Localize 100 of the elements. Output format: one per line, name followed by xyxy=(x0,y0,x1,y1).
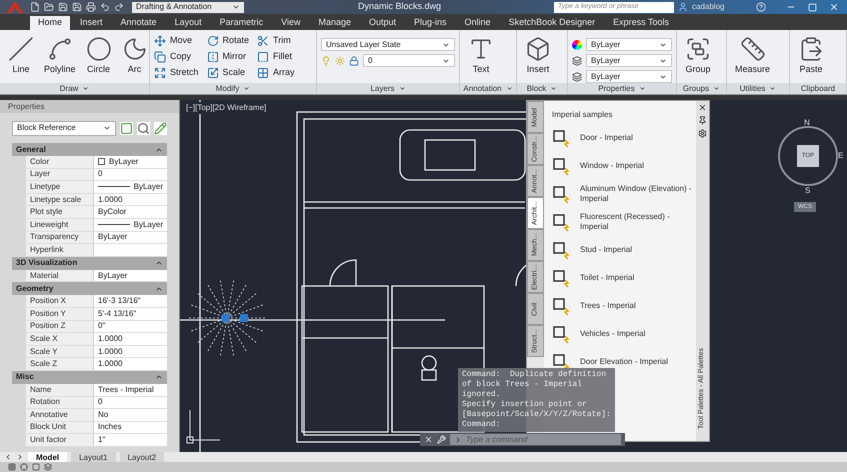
redo-icon[interactable] xyxy=(114,2,124,12)
ribbon-tab[interactable]: Output xyxy=(361,16,404,30)
ribbon-tab[interactable]: Express Tools xyxy=(605,16,677,30)
palette-tool[interactable]: Trees - Imperial xyxy=(552,295,696,317)
ribbon-large-button[interactable]: Line xyxy=(4,34,38,76)
maximize-icon[interactable] xyxy=(808,2,817,12)
ribbon-large-button[interactable]: Insert xyxy=(521,34,555,76)
property-value[interactable]: Trees - Imperial xyxy=(94,384,167,396)
property-value[interactable]: 0" xyxy=(94,320,167,332)
section-header[interactable]: General xyxy=(12,143,167,156)
undo-icon[interactable] xyxy=(100,2,110,12)
user-name[interactable]: cadablog xyxy=(692,1,752,13)
ribbon-small-button[interactable]: Mirror xyxy=(206,50,250,64)
property-value[interactable]: ByLayer xyxy=(94,156,167,168)
section-header[interactable]: Misc xyxy=(12,370,167,384)
ribbon-tab[interactable]: SketchBook Designer xyxy=(500,16,604,30)
ribbon-tab[interactable]: View xyxy=(273,16,308,30)
property-value[interactable]: ByLayer xyxy=(94,218,167,231)
panel-title[interactable]: Layers xyxy=(317,83,459,94)
ribbon-dropdown[interactable]: 0 xyxy=(363,54,455,67)
ribbon-large-button[interactable]: Group xyxy=(681,34,715,76)
ribbon-tab[interactable]: Annotate xyxy=(112,16,165,30)
ribbon-tab[interactable]: Insert xyxy=(72,16,111,30)
property-value[interactable]: ByColor xyxy=(94,206,167,218)
ribbon-small-button[interactable]: Scale xyxy=(206,66,250,80)
ribbon-small-button[interactable]: Trim xyxy=(257,34,295,48)
layers-icon[interactable] xyxy=(44,463,52,471)
layout-tab[interactable]: Layout2 xyxy=(120,452,164,462)
ribbon-small-button[interactable]: Copy xyxy=(154,50,199,64)
property-value[interactable]: 0 xyxy=(94,396,167,408)
property-value[interactable]: 1.0000 xyxy=(94,333,167,345)
previous-tab-icon[interactable] xyxy=(4,453,12,461)
palette-tool[interactable]: Fluorescent (Recessed) - Imperial xyxy=(552,211,696,233)
workspace-dropdown[interactable]: Drafting & Annotation xyxy=(132,2,244,12)
close-icon[interactable] xyxy=(698,103,707,112)
object-type-dropdown[interactable]: Block Reference xyxy=(12,120,116,136)
ortho-icon[interactable] xyxy=(32,463,40,471)
viewport-controls[interactable]: [−][Top][2D Wireframe] xyxy=(184,102,268,114)
wrench-icon[interactable] xyxy=(437,435,446,444)
panel-title[interactable]: Modify xyxy=(150,83,316,94)
panel-title[interactable]: Utilities xyxy=(727,83,789,94)
ribbon-small-button[interactable]: Array xyxy=(257,66,295,80)
property-value[interactable]: 16'-3 13/16" xyxy=(94,295,167,307)
ribbon-large-button[interactable]: Measure xyxy=(731,34,774,76)
panel-title[interactable]: Draw xyxy=(0,83,149,94)
close-icon[interactable] xyxy=(829,2,839,12)
ribbon-dropdown[interactable]: Unsaved Layer State xyxy=(321,38,455,51)
property-value[interactable]: 1.0000 xyxy=(94,194,167,206)
palette-tool[interactable]: Door - Imperial xyxy=(552,127,696,149)
palette-tool[interactable]: Stud - Imperial xyxy=(552,239,696,261)
ribbon-tab[interactable]: Home xyxy=(30,16,70,30)
model-tab[interactable]: Model xyxy=(28,452,68,462)
ribbon-tab[interactable]: Plug-ins xyxy=(406,16,455,30)
quick-select-icon[interactable] xyxy=(154,122,167,134)
property-value[interactable]: ByLayer xyxy=(94,270,167,282)
select-objects-icon[interactable] xyxy=(137,122,150,134)
settings-icon[interactable] xyxy=(698,129,707,138)
property-value[interactable]: 1.0000 xyxy=(94,346,167,358)
ribbon-small-button[interactable]: Rotate xyxy=(206,34,250,48)
ribbon-large-button[interactable]: Circle xyxy=(82,34,116,76)
property-value[interactable]: ByLayer xyxy=(94,181,167,193)
palette-tool[interactable]: Toilet - Imperial xyxy=(552,267,696,289)
new-file-icon[interactable] xyxy=(30,2,40,12)
panel-title[interactable]: Groups xyxy=(677,83,726,94)
ribbon-large-button[interactable]: Polyline xyxy=(40,34,80,76)
property-value[interactable]: ByLayer xyxy=(94,232,167,244)
ribbon-dropdown[interactable]: ByLayer xyxy=(586,54,672,67)
panel-title[interactable]: Block xyxy=(517,83,567,94)
save-as-icon[interactable] xyxy=(72,2,82,12)
property-value[interactable]: Inches xyxy=(94,422,167,434)
palette-tool[interactable]: Vehicles - Imperial xyxy=(552,323,696,345)
section-header[interactable]: 3D Visualization xyxy=(12,256,167,270)
ribbon-dropdown[interactable]: ByLayer xyxy=(586,38,672,51)
next-tab-icon[interactable] xyxy=(16,453,24,461)
ribbon-small-button[interactable]: Fillet xyxy=(257,50,295,64)
ribbon-small-button[interactable]: Stretch xyxy=(154,66,199,80)
property-value[interactable]: 1" xyxy=(94,434,167,446)
panel-title[interactable]: Properties xyxy=(568,83,676,94)
ribbon-large-button[interactable]: Text xyxy=(464,34,498,76)
panel-title[interactable]: Annotation xyxy=(460,83,516,94)
ribbon-tab[interactable]: Manage xyxy=(310,16,359,30)
print-icon[interactable] xyxy=(86,2,96,12)
ribbon-small-button[interactable]: Move xyxy=(154,34,199,48)
help-icon[interactable] xyxy=(756,2,766,12)
ribbon-large-button[interactable]: Paste xyxy=(794,34,828,76)
save-icon[interactable] xyxy=(58,2,68,12)
ribbon-tab[interactable]: Layout xyxy=(166,16,210,30)
panel-title[interactable]: Clipboard xyxy=(790,83,846,94)
pin-icon[interactable] xyxy=(698,116,707,125)
layout-tab[interactable]: Layout1 xyxy=(71,452,116,462)
ribbon-tab[interactable]: Online xyxy=(456,16,499,30)
palette-tool[interactable]: Window - Imperial xyxy=(552,155,696,177)
property-value[interactable]: 5'-4 13/16" xyxy=(94,308,167,320)
section-header[interactable]: Geometry xyxy=(12,282,167,296)
ribbon-large-button[interactable]: Arc xyxy=(118,34,152,76)
property-value[interactable]: 1.0000 xyxy=(94,358,167,370)
grid-icon[interactable] xyxy=(8,463,16,471)
toggle-pickadd-icon[interactable] xyxy=(120,122,133,134)
snap-icon[interactable] xyxy=(20,463,28,471)
property-value[interactable]: No xyxy=(94,409,167,421)
